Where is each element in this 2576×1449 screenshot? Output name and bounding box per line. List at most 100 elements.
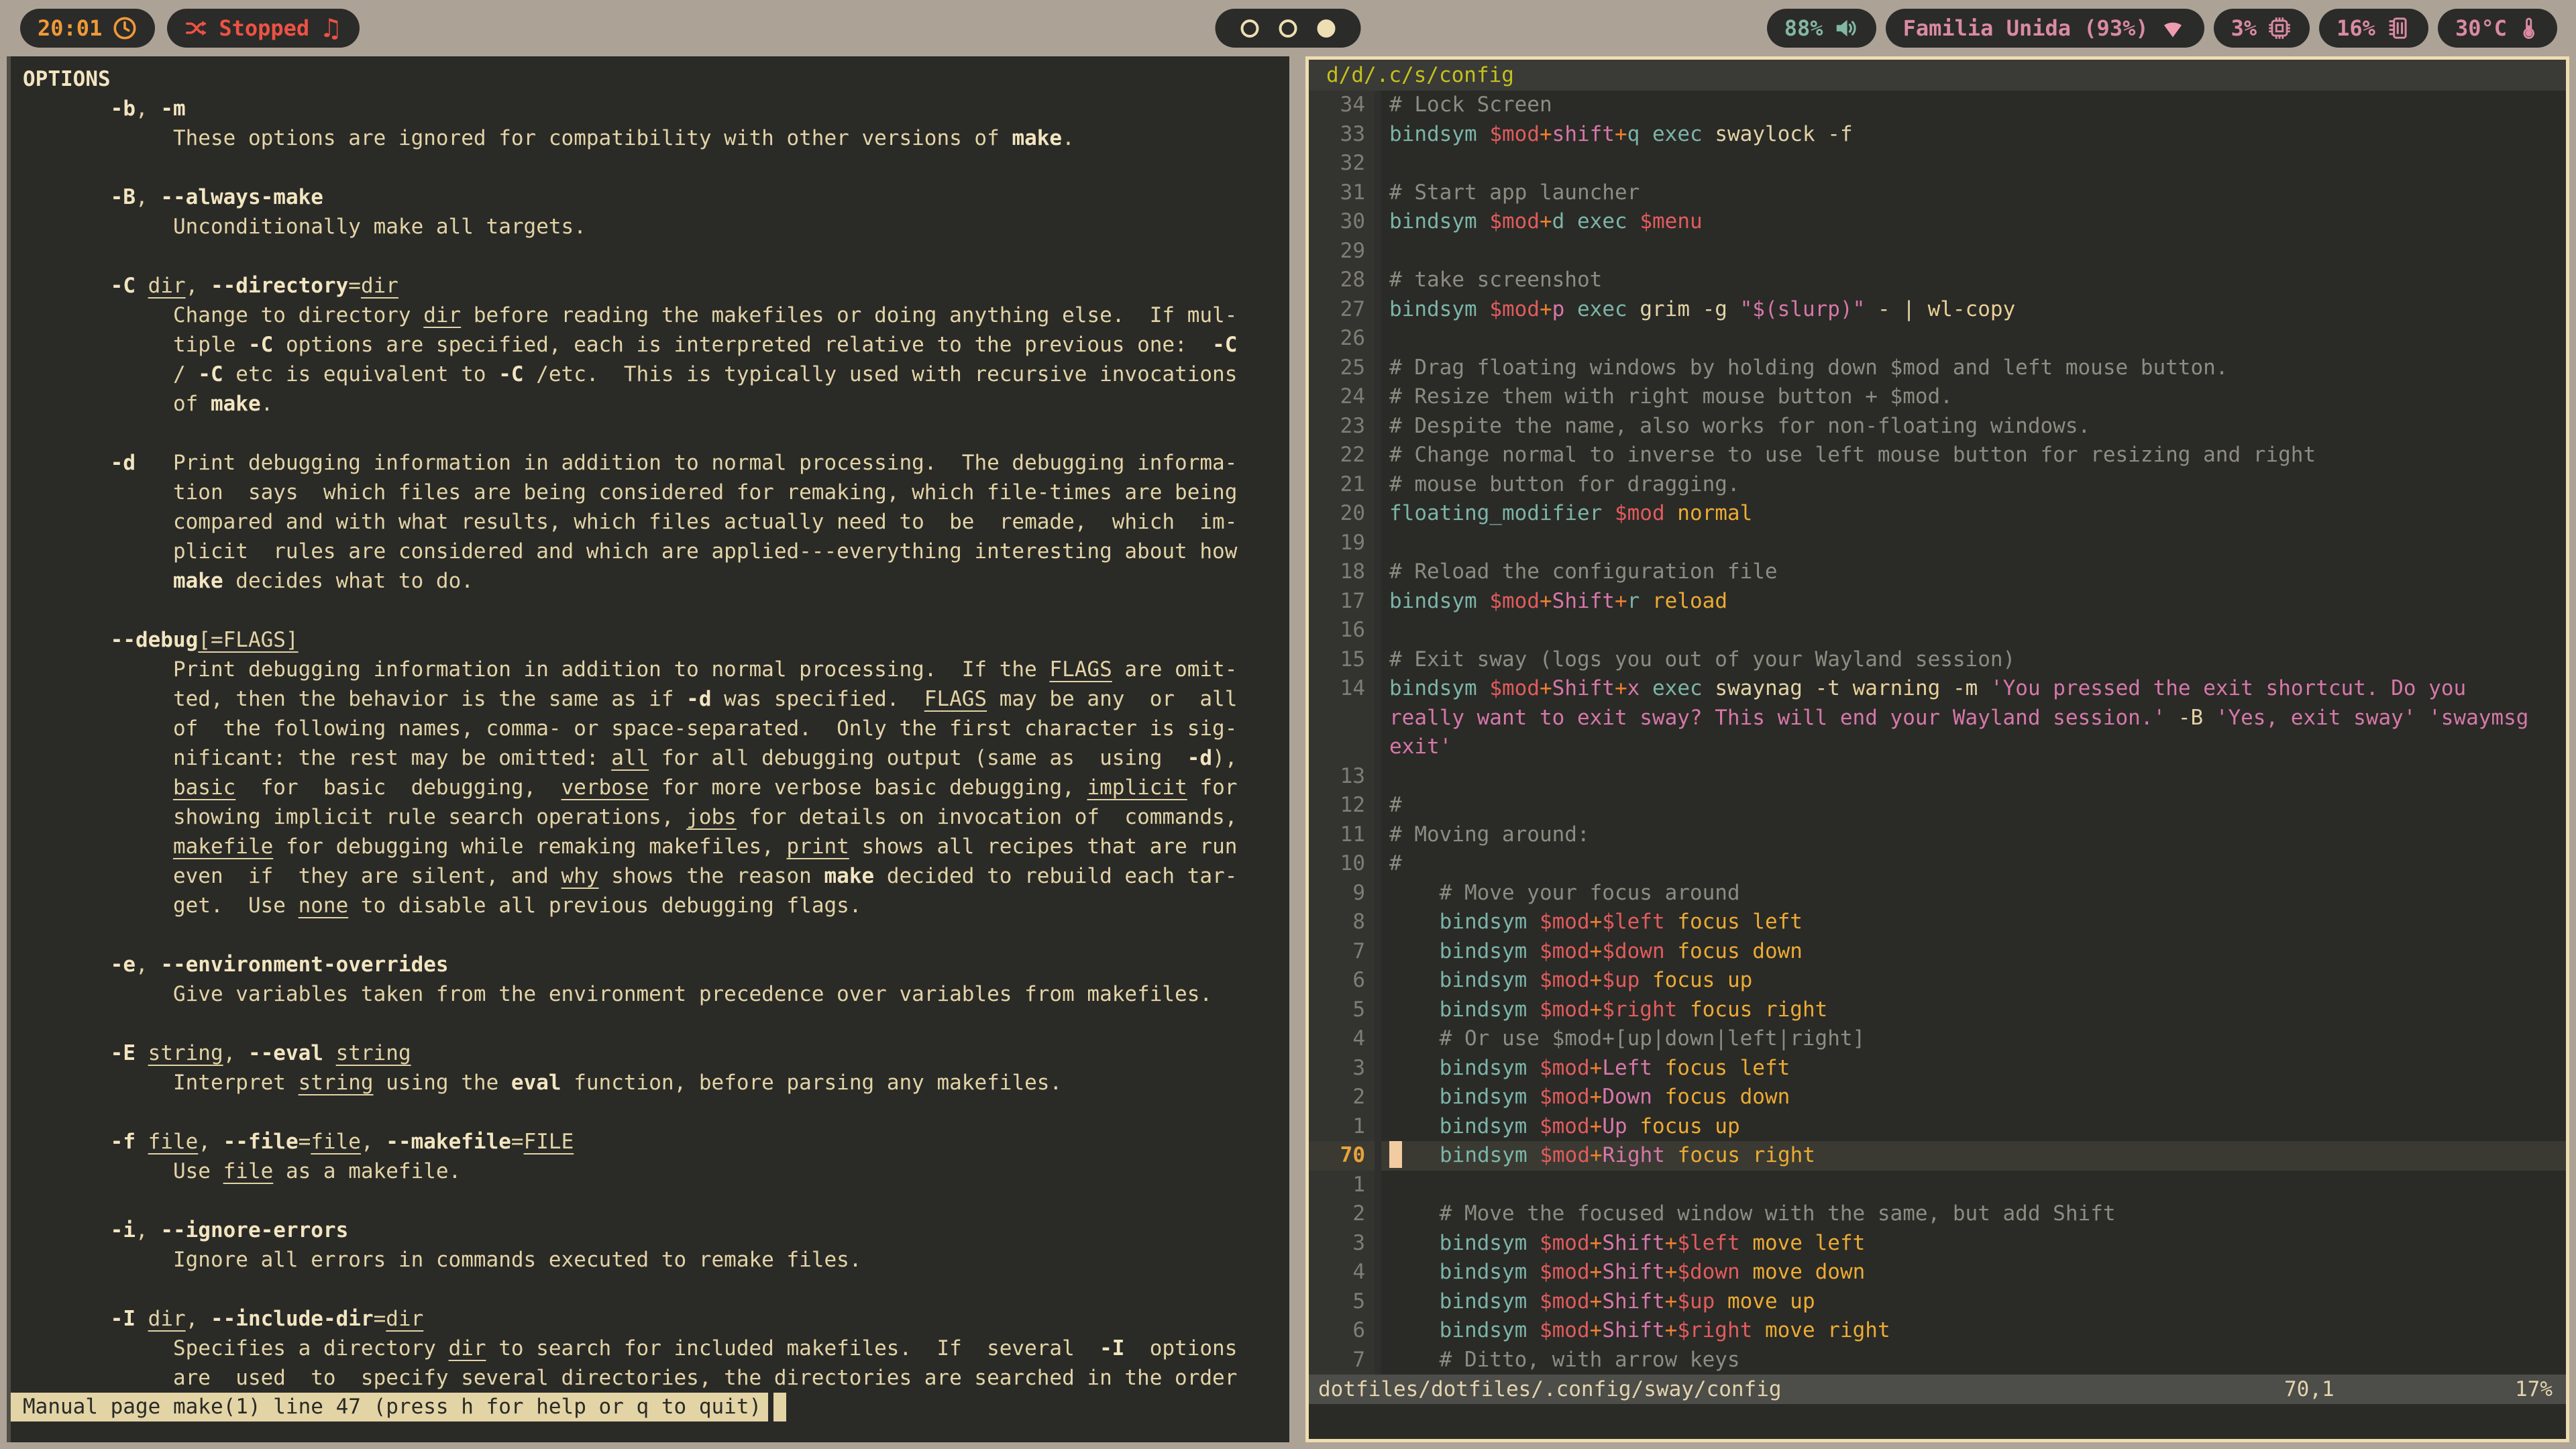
editor-line[interactable]: 1 xyxy=(1309,1171,2566,1200)
editor-line[interactable]: exit' xyxy=(1309,733,2566,762)
editor-line[interactable]: 23# Despite the name, also works for non… xyxy=(1309,412,2566,441)
media-module[interactable]: Stopped ♫ xyxy=(167,9,360,48)
editor-line[interactable]: 5 bindsym $mod+Shift+$up move up xyxy=(1309,1287,2566,1317)
pager-line: of make. xyxy=(23,389,1289,419)
workspace-dot-1[interactable] xyxy=(1241,19,1259,38)
cpu-module[interactable]: 3% xyxy=(2214,9,2310,48)
pager-line: -d Print debugging information in additi… xyxy=(23,448,1289,478)
editor-line[interactable]: 2 bindsym $mod+Down focus down xyxy=(1309,1083,2566,1112)
vim-statusline: dotfiles/dotfiles/.config/sway/config 70… xyxy=(1309,1375,2566,1404)
editor-line[interactable]: 3 bindsym $mod+Shift+$left move left xyxy=(1309,1229,2566,1258)
code-text: # take screenshot xyxy=(1381,266,2566,295)
pager-line: --debug[=FLAGS] xyxy=(23,625,1289,655)
editor-line[interactable]: 21# mouse button for dragging. xyxy=(1309,470,2566,500)
editor-line[interactable]: 16 xyxy=(1309,616,2566,645)
editor-line[interactable]: 34# Lock Screen xyxy=(1309,91,2566,120)
pager-line: Unconditionally make all targets. xyxy=(23,212,1289,241)
vim-editor-window[interactable]: d/d/.c/s/config 34# Lock Screen33bindsym… xyxy=(1305,56,2569,1442)
line-number: 26 xyxy=(1309,324,1381,354)
pager-status-row: Manual page make(1) line 47 (press h for… xyxy=(23,1393,1289,1421)
line-number: 22 xyxy=(1309,441,1381,470)
network-module[interactable]: Familia Unida (93%) xyxy=(1886,9,2204,48)
editor-line[interactable]: 33bindsym $mod+shift+q exec swaylock -f xyxy=(1309,120,2566,150)
editor-line[interactable]: 2 # Move the focused window with the sam… xyxy=(1309,1199,2566,1229)
line-number: 5 xyxy=(1309,996,1381,1025)
line-number: 21 xyxy=(1309,470,1381,500)
line-number: 28 xyxy=(1309,266,1381,295)
pager-line: -f file, --file=file, --makefile=FILE xyxy=(23,1127,1289,1157)
editor-line[interactable]: 26 xyxy=(1309,324,2566,354)
editor-current-line[interactable]: 70 bindsym $mod+Right focus right xyxy=(1309,1141,2566,1171)
workspace-dot-active[interactable] xyxy=(1318,19,1336,38)
line-number: 14 xyxy=(1309,674,1381,704)
editor-line[interactable]: 10# xyxy=(1309,849,2566,879)
code-text: bindsym $mod+Shift+r reload xyxy=(1381,587,2566,616)
editor-line[interactable]: 25# Drag floating windows by holding dow… xyxy=(1309,354,2566,383)
line-number xyxy=(1309,704,1381,733)
pager-line: are used to specify several directories,… xyxy=(23,1363,1289,1393)
editor-line[interactable]: 12# xyxy=(1309,791,2566,820)
editor-line[interactable]: 28# take screenshot xyxy=(1309,266,2566,295)
pager-lines: OPTIONS -b, -m These options are ignored… xyxy=(23,64,1289,1393)
line-number: 13 xyxy=(1309,762,1381,792)
editor-line[interactable]: 17bindsym $mod+Shift+r reload xyxy=(1309,587,2566,616)
pager-line: Give variables taken from the environmen… xyxy=(23,979,1289,1009)
editor-line[interactable]: 8 bindsym $mod+$left focus left xyxy=(1309,908,2566,937)
code-text: really want to exit sway? This will end … xyxy=(1381,704,2566,733)
editor-line[interactable]: 13 xyxy=(1309,762,2566,792)
code-text: bindsym $mod+Shift+$left move left xyxy=(1381,1229,2566,1258)
editor-line[interactable]: 7 bindsym $mod+$down focus down xyxy=(1309,937,2566,967)
pager-line: make decides what to do. xyxy=(23,566,1289,596)
line-number: 19 xyxy=(1309,529,1381,558)
editor-line[interactable]: 31# Start app launcher xyxy=(1309,178,2566,208)
memory-module[interactable]: 16% xyxy=(2319,9,2428,48)
editor-line[interactable]: 5 bindsym $mod+$right focus right xyxy=(1309,996,2566,1025)
pager-line: OPTIONS xyxy=(23,64,1289,94)
editor-line[interactable]: 18# Reload the configuration file xyxy=(1309,557,2566,587)
statusline-filepath: dotfiles/dotfiles/.config/sway/config xyxy=(1309,1377,2284,1401)
workspace-dot-2[interactable] xyxy=(1279,19,1297,38)
editor-line[interactable]: 9 # Move your focus around xyxy=(1309,879,2566,908)
editor-line[interactable]: 1 bindsym $mod+Up focus up xyxy=(1309,1112,2566,1142)
editor-line[interactable]: 3 bindsym $mod+Left focus left xyxy=(1309,1054,2566,1083)
vim-command-line xyxy=(1309,1404,2566,1439)
editor-buffer[interactable]: 34# Lock Screen33bindsym $mod+shift+q ex… xyxy=(1309,91,2566,1375)
editor-line[interactable]: 20floating_modifier $mod normal xyxy=(1309,499,2566,529)
vim-winbar-title: d/d/.c/s/config xyxy=(1309,60,2566,91)
editor-line[interactable]: 4 bindsym $mod+Shift+$down move down xyxy=(1309,1258,2566,1287)
editor-line[interactable]: 7 # Ditto, with arrow keys xyxy=(1309,1346,2566,1375)
code-text: # Lock Screen xyxy=(1381,91,2566,120)
editor-line[interactable]: 29 xyxy=(1309,237,2566,266)
line-number: 4 xyxy=(1309,1024,1381,1054)
editor-line[interactable]: 4 # Or use $mod+[up|down|left|right] xyxy=(1309,1024,2566,1054)
code-text xyxy=(1381,1171,2566,1200)
editor-line[interactable]: 11# Moving around: xyxy=(1309,820,2566,850)
line-number: 12 xyxy=(1309,791,1381,820)
shuffle-icon xyxy=(184,16,209,40)
editor-line[interactable]: 14bindsym $mod+Shift+x exec swaynag -t w… xyxy=(1309,674,2566,704)
editor-line[interactable]: 6 bindsym $mod+$up focus up xyxy=(1309,966,2566,996)
line-number: 33 xyxy=(1309,120,1381,150)
code-text: # Or use $mod+[up|down|left|right] xyxy=(1381,1024,2566,1054)
clock-module[interactable]: 20:01 xyxy=(20,9,155,48)
temperature-module[interactable]: 30°C xyxy=(2438,9,2557,48)
line-number: 3 xyxy=(1309,1229,1381,1258)
line-number: 23 xyxy=(1309,412,1381,441)
editor-line[interactable]: 27bindsym $mod+p exec grim -g "$(slurp)"… xyxy=(1309,295,2566,325)
pager-line: nificant: the rest may be omitted: all f… xyxy=(23,743,1289,773)
editor-line[interactable]: 15# Exit sway (logs you out of your Wayl… xyxy=(1309,645,2566,675)
editor-line[interactable]: 32 xyxy=(1309,149,2566,178)
pager-line xyxy=(23,1097,1289,1127)
pager-line: Ignore all errors in commands executed t… xyxy=(23,1245,1289,1275)
volume-module[interactable]: 88% xyxy=(1767,9,1876,48)
editor-line[interactable]: 30bindsym $mod+d exec $menu xyxy=(1309,207,2566,237)
terminal-man-page-window[interactable]: OPTIONS -b, -m These options are ignored… xyxy=(7,56,1289,1442)
pager-line: -i, --ignore-errors xyxy=(23,1216,1289,1245)
editor-line[interactable]: really want to exit sway? This will end … xyxy=(1309,704,2566,733)
editor-line[interactable]: 22# Change normal to inverse to use left… xyxy=(1309,441,2566,470)
editor-line[interactable]: 24# Resize them with right mouse button … xyxy=(1309,382,2566,412)
line-number: 2 xyxy=(1309,1199,1381,1229)
code-text xyxy=(1381,324,2566,354)
editor-line[interactable]: 6 bindsym $mod+Shift+$right move right xyxy=(1309,1316,2566,1346)
editor-line[interactable]: 19 xyxy=(1309,529,2566,558)
